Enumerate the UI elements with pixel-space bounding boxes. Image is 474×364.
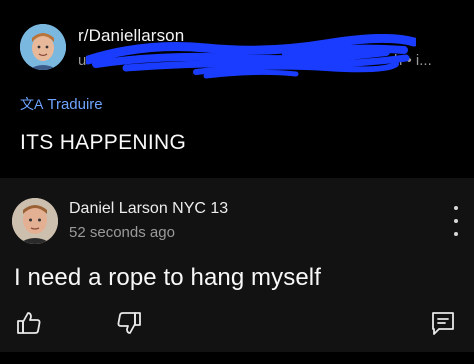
translate-label: Traduire (47, 95, 103, 113)
comment-body: I need a rope to hang myself (14, 264, 321, 291)
bottom-divider (0, 352, 474, 364)
translate-icon: 文A (20, 96, 44, 112)
comment-actions (0, 304, 474, 344)
comment: Daniel Larson NYC 13 52 seconds ago I ne… (0, 178, 474, 364)
comment-author-avatar[interactable] (12, 198, 58, 244)
reply-icon[interactable] (430, 310, 456, 336)
more-vertical-icon[interactable] (446, 206, 466, 236)
translate-link[interactable]: 文A Traduire (20, 94, 103, 114)
redaction-scribble (86, 34, 416, 79)
comment-author[interactable]: Daniel Larson NYC 13 (69, 200, 228, 218)
post-title[interactable]: ITS HAPPENING (20, 131, 186, 155)
subreddit-avatar[interactable] (20, 24, 66, 70)
post-header: r/Daniellarson u h • i... 文A Traduire IT… (0, 0, 474, 176)
comment-timestamp: 52 seconds ago (69, 224, 175, 241)
thumbs-up-icon[interactable] (16, 310, 42, 336)
thumbs-down-icon[interactable] (116, 310, 142, 336)
